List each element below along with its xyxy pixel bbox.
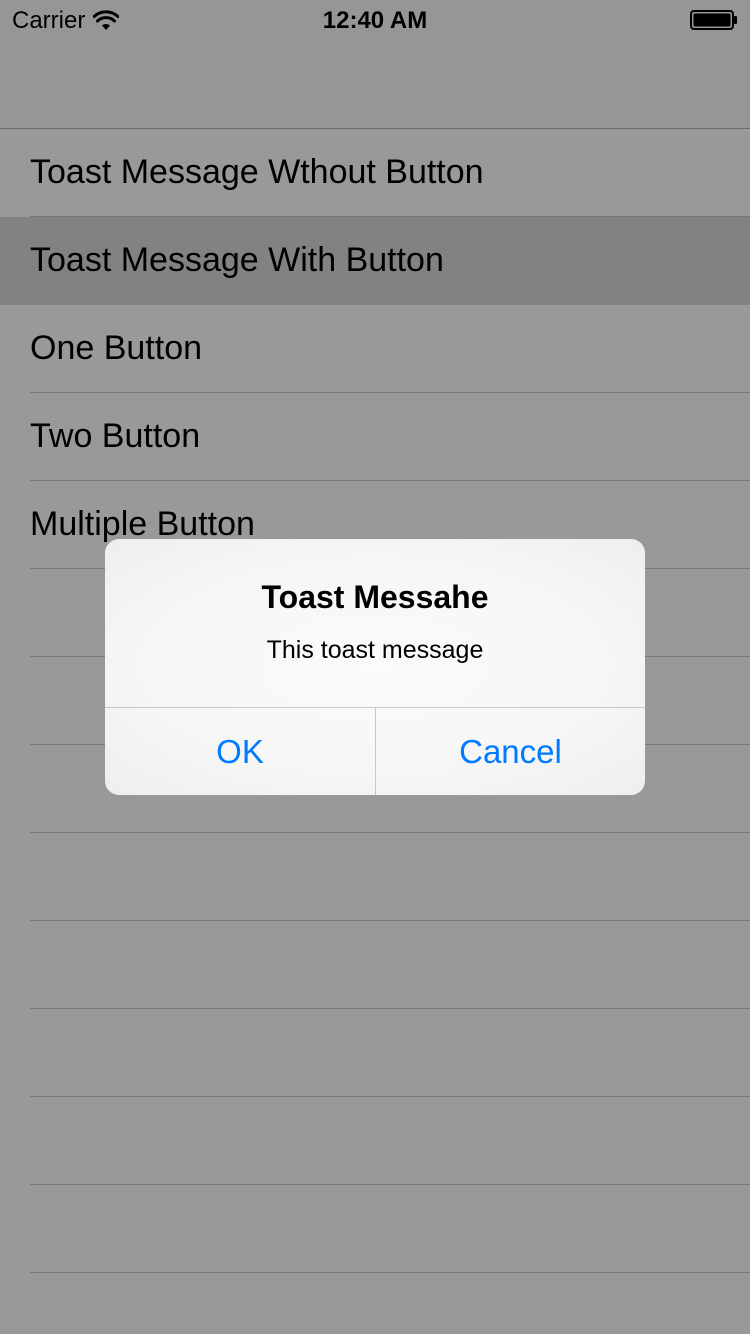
screen: Carrier 12:40 AM Toast Message Wthout Bu… bbox=[0, 0, 750, 1334]
cancel-button[interactable]: Cancel bbox=[376, 708, 645, 795]
ok-button[interactable]: OK bbox=[105, 708, 375, 795]
alert-dialog: Toast Messahe This toast message OK Canc… bbox=[105, 539, 645, 795]
alert-message: This toast message bbox=[266, 636, 484, 664]
alert-title: Toast Messahe bbox=[261, 579, 489, 615]
